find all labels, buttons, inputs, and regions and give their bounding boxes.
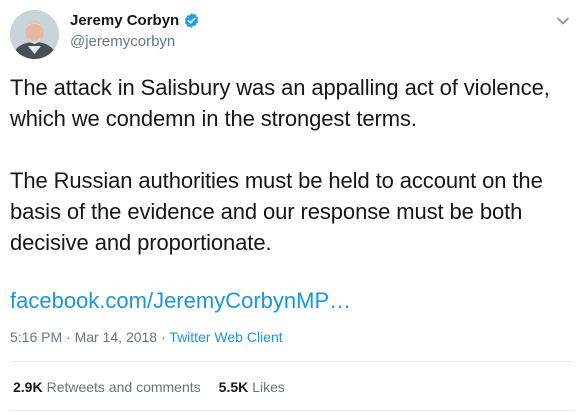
tweet-time[interactable]: 5:16 PM (10, 329, 62, 345)
tweet-stats: 2.9K Retweets and comments 5.5K Likes (13, 379, 285, 395)
verified-badge-icon (185, 13, 199, 28)
avatar-image (10, 10, 59, 59)
retweets-stat[interactable]: 2.9K Retweets and comments (13, 379, 201, 395)
retweets-count: 2.9K (13, 379, 43, 395)
author-handle[interactable]: @jeremycorbyn (70, 33, 175, 50)
tweet-link[interactable]: facebook.com/JeremyCorbynMP… (10, 285, 351, 316)
meta-separator: · (157, 329, 170, 345)
divider (10, 410, 574, 411)
tweet-client[interactable]: Twitter Web Client (169, 329, 282, 345)
author-display-name[interactable]: Jeremy Corbyn (70, 12, 179, 29)
likes-label: Likes (252, 379, 285, 395)
author-name-row[interactable]: Jeremy Corbyn (70, 12, 200, 29)
retweets-label: Retweets and comments (46, 379, 201, 395)
tweet-card: Jeremy Corbyn @jeremycorbyn The attack i… (0, 0, 584, 413)
divider (10, 361, 574, 362)
tweet-text: The attack in Salisbury was an appalling… (10, 75, 550, 255)
tweet-date[interactable]: Mar 14, 2018 (75, 329, 158, 345)
avatar[interactable] (10, 10, 59, 59)
meta-separator: · (62, 329, 75, 345)
tweet-metadata: 5:16 PM · Mar 14, 2018 · Twitter Web Cli… (10, 329, 283, 345)
likes-count: 5.5K (218, 379, 249, 395)
likes-stat[interactable]: 5.5K Likes (219, 379, 285, 395)
chevron-down-icon[interactable] (556, 14, 570, 28)
